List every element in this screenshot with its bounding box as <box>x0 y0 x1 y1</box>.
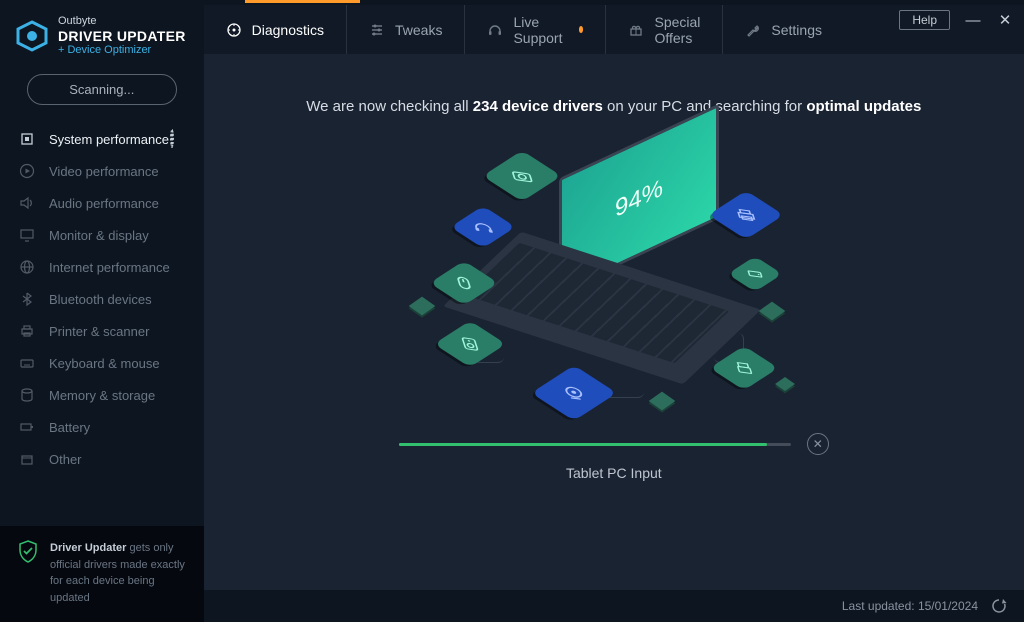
logo-area: Outbyte DRIVER UPDATER + Device Optimize… <box>0 5 204 64</box>
sidebar-item-label: Battery <box>49 420 90 435</box>
progress-fill <box>399 443 767 446</box>
sidebar-item-battery[interactable]: Battery <box>0 411 204 443</box>
chip-icon <box>18 130 36 148</box>
content-area: We are now checking all 234 device drive… <box>204 54 1024 590</box>
sidebar-item-internet-performance[interactable]: Internet performance <box>0 251 204 283</box>
sidebar-item-system-performance[interactable]: System performance <box>0 123 204 155</box>
printer-tile-icon <box>708 191 783 240</box>
scan-illustration: 94% <box>414 133 814 433</box>
sidebar-item-label: Memory & storage <box>49 388 155 403</box>
scan-percent: 94% <box>615 173 663 223</box>
sidebar-item-label: Internet performance <box>49 260 170 275</box>
window-controls: Help — ✕ <box>899 10 1014 30</box>
sidebar-item-audio-performance[interactable]: Audio performance <box>0 187 204 219</box>
sidebar-footer-note: Driver Updater gets only official driver… <box>0 526 204 622</box>
close-icon[interactable]: ✕ <box>996 11 1014 29</box>
sidebar-item-bluetooth-devices[interactable]: Bluetooth devices <box>0 283 204 315</box>
cube-decoration <box>775 377 795 391</box>
footer-note-text: Driver Updater gets only official driver… <box>50 540 186 606</box>
tab-label: Diagnostics <box>252 22 324 38</box>
cube-decoration <box>648 392 675 411</box>
keyboard-icon <box>18 354 36 372</box>
battery-icon <box>18 418 36 436</box>
scan-headline: We are now checking all 234 device drive… <box>204 98 1024 115</box>
sidebar-item-keyboard-mouse[interactable]: Keyboard & mouse <box>0 347 204 379</box>
sidebar-item-label: Audio performance <box>49 196 159 211</box>
diagnostics-icon <box>226 22 242 38</box>
cancel-scan-button[interactable]: ✕ <box>807 433 829 455</box>
progress-bar <box>399 443 791 446</box>
progress-row: ✕ <box>399 433 829 455</box>
camera-tile-icon <box>482 150 561 201</box>
notification-dot-icon <box>579 26 584 33</box>
last-updated-label: Last updated: 15/01/2024 <box>842 599 978 613</box>
loading-spinner-icon <box>170 131 186 147</box>
sidebar-item-label: Other <box>49 452 82 467</box>
accent-bar <box>245 0 360 3</box>
speaker-icon <box>18 194 36 212</box>
sidebar-item-monitor-display[interactable]: Monitor & display <box>0 219 204 251</box>
drive-tile-icon <box>727 256 782 292</box>
tab-settings[interactable]: Settings <box>723 5 844 54</box>
tab-tweaks[interactable]: Tweaks <box>347 5 465 54</box>
monitor-icon <box>18 226 36 244</box>
cube-decoration <box>758 302 785 321</box>
tab-special-offers[interactable]: Special Offers <box>606 5 723 54</box>
brand-product: DRIVER UPDATER <box>58 28 186 44</box>
sidebar-item-label: Printer & scanner <box>49 324 149 339</box>
headset-icon <box>487 22 503 38</box>
headphones-tile-icon <box>450 206 515 248</box>
printer-icon <box>18 322 36 340</box>
storage-icon <box>18 386 36 404</box>
tab-live-support[interactable]: Live Support <box>465 5 606 54</box>
refresh-icon[interactable] <box>990 597 1008 615</box>
current-scan-item: Tablet PC Input <box>204 465 1024 481</box>
scan-button[interactable]: Scanning... <box>27 74 177 105</box>
sidebar: Outbyte DRIVER UPDATER + Device Optimize… <box>0 5 204 622</box>
sidebar-item-other[interactable]: Other <box>0 443 204 475</box>
sidebar-item-label: Keyboard & mouse <box>49 356 160 371</box>
sidebar-item-label: Video performance <box>49 164 159 179</box>
brand-logo-icon <box>16 20 48 52</box>
tab-label: Settings <box>771 22 822 38</box>
cube-decoration <box>408 297 435 316</box>
tweaks-icon <box>369 22 385 38</box>
tab-label: Live Support <box>513 14 564 46</box>
tab-label: Tweaks <box>395 22 442 38</box>
sidebar-item-label: Bluetooth devices <box>49 292 152 307</box>
play-circle-icon <box>18 162 36 180</box>
shield-check-icon <box>18 540 38 564</box>
brand-tagline: + Device Optimizer <box>58 44 186 57</box>
main-pane: Diagnostics Tweaks Live Support Special … <box>204 5 1024 622</box>
brand-text: Outbyte DRIVER UPDATER + Device Optimize… <box>58 15 186 56</box>
globe-icon <box>18 258 36 276</box>
sidebar-nav: System performance Video performance Aud… <box>0 123 204 526</box>
status-bar: Last updated: 15/01/2024 <box>204 590 1024 622</box>
sidebar-item-label: System performance <box>49 132 169 147</box>
archive-icon <box>18 450 36 468</box>
brand-company: Outbyte <box>58 15 186 28</box>
sidebar-item-video-performance[interactable]: Video performance <box>0 155 204 187</box>
laptop-base-graphic <box>482 258 722 358</box>
sidebar-item-memory-storage[interactable]: Memory & storage <box>0 379 204 411</box>
app-container: Outbyte DRIVER UPDATER + Device Optimize… <box>0 5 1024 622</box>
tab-diagnostics[interactable]: Diagnostics <box>204 5 347 54</box>
sidebar-item-label: Monitor & display <box>49 228 149 243</box>
wrench-icon <box>745 22 761 38</box>
help-button[interactable]: Help <box>899 10 950 30</box>
sidebar-item-printer-scanner[interactable]: Printer & scanner <box>0 315 204 347</box>
gift-icon <box>628 22 644 38</box>
bluetooth-icon <box>18 290 36 308</box>
tab-label: Special Offers <box>654 14 700 46</box>
minimize-icon[interactable]: — <box>964 12 982 29</box>
